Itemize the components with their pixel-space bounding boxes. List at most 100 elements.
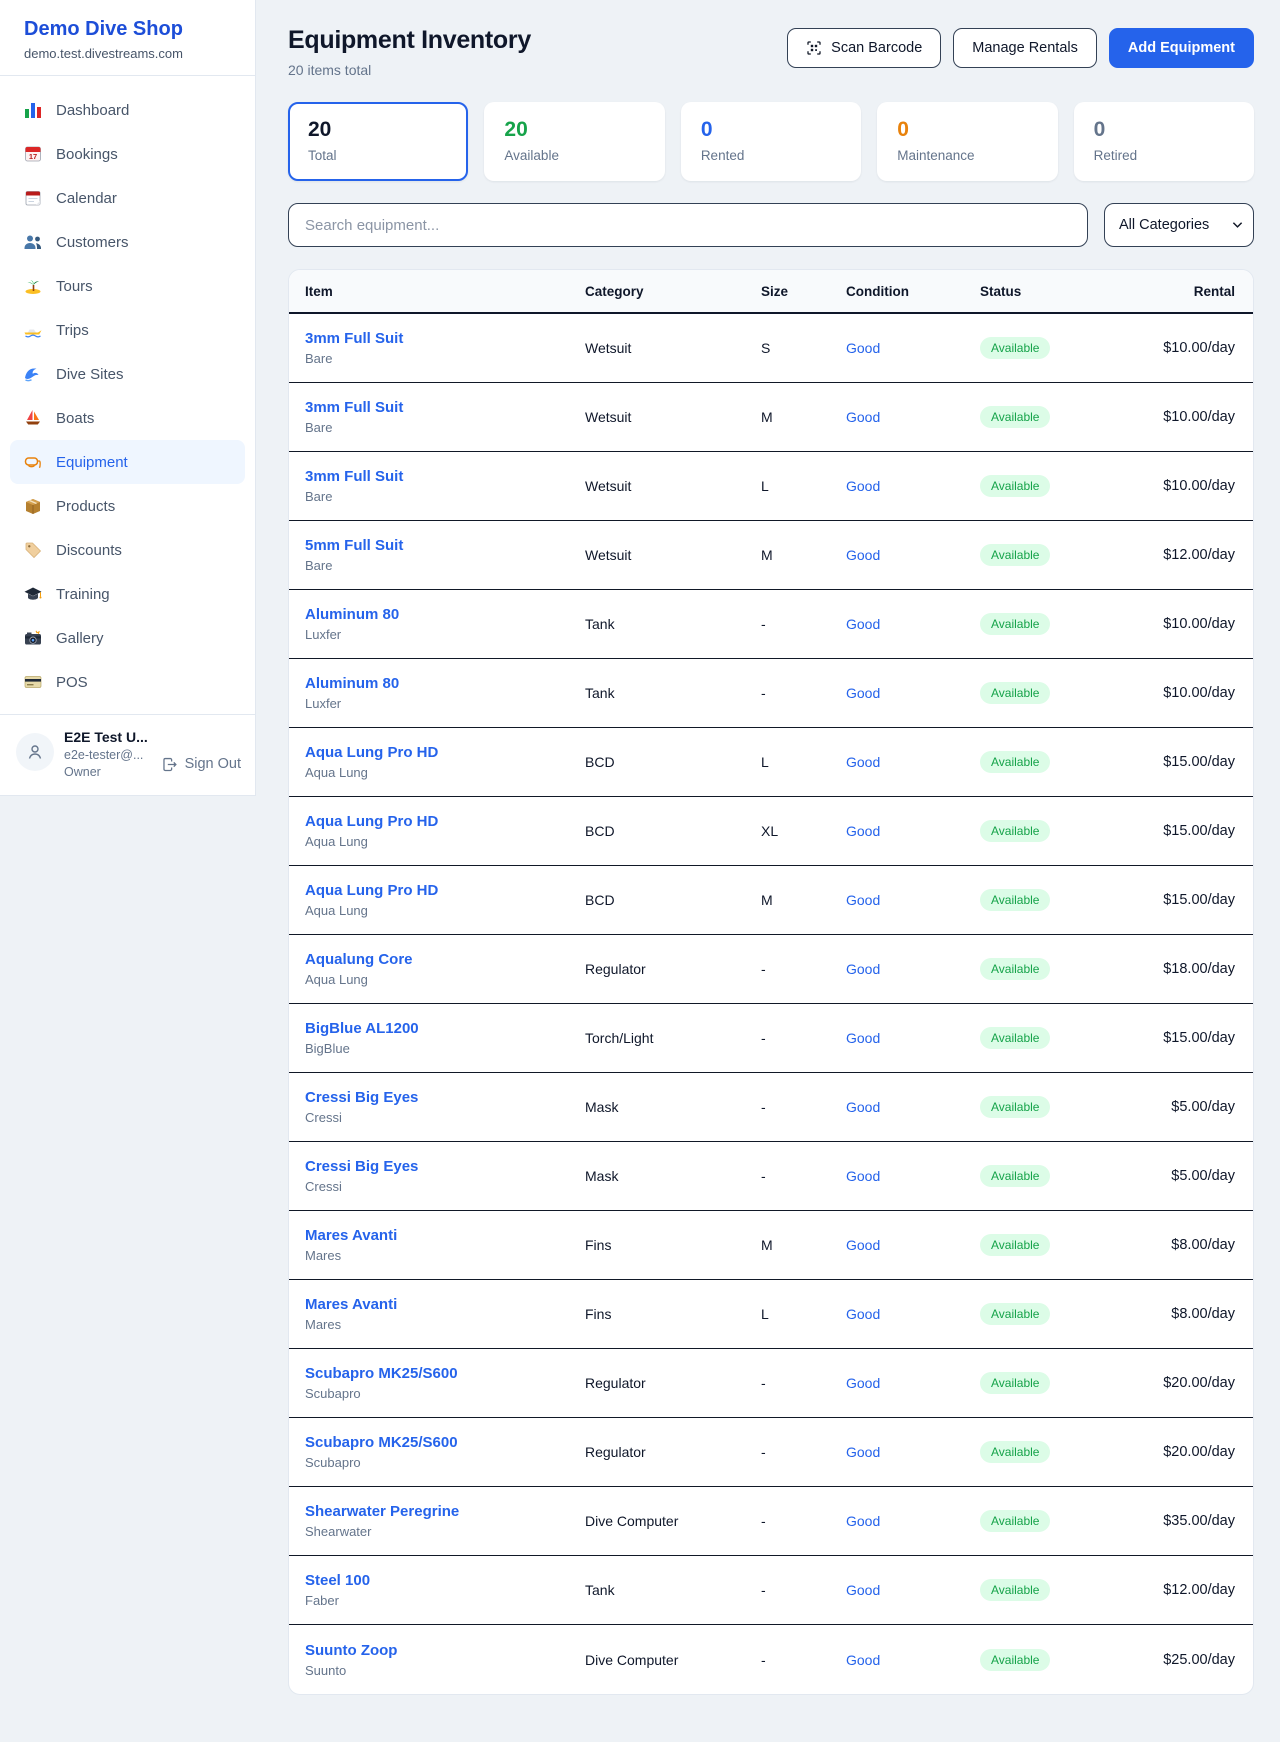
condition-link[interactable]: Good: [846, 1168, 980, 1184]
sidebar-item-calendar[interactable]: Calendar: [10, 176, 245, 220]
item-name-link[interactable]: 3mm Full Suit: [305, 399, 585, 416]
item-cell: Mares AvantiMares: [305, 1227, 585, 1263]
sidebar-item-discounts[interactable]: Discounts: [10, 528, 245, 572]
condition-link[interactable]: Good: [846, 478, 980, 494]
status-badge: Available: [980, 958, 1050, 980]
user-row: E2E Test U... e2e-tester@... Owner Sign …: [0, 714, 255, 795]
item-name-link[interactable]: Aqua Lung Pro HD: [305, 813, 585, 830]
item-name-link[interactable]: Scubapro MK25/S600: [305, 1434, 585, 1451]
condition-link[interactable]: Good: [846, 1444, 980, 1460]
item-name-link[interactable]: Aqualung Core: [305, 951, 585, 968]
sidebar-item-tours[interactable]: Tours: [10, 264, 245, 308]
stat-card-rented[interactable]: 0Rented: [681, 102, 861, 181]
scan-barcode-button[interactable]: Scan Barcode: [787, 28, 941, 68]
condition-link[interactable]: Good: [846, 1099, 980, 1115]
item-name-link[interactable]: 5mm Full Suit: [305, 537, 585, 554]
dive-mask-icon: [23, 452, 43, 472]
size-cell: -: [761, 1652, 846, 1668]
item-name-link[interactable]: Aluminum 80: [305, 675, 585, 692]
condition-link[interactable]: Good: [846, 1513, 980, 1529]
user-meta: E2E Test U... e2e-tester@... Owner: [64, 729, 151, 779]
item-brand: Aqua Lung: [305, 834, 585, 849]
stat-card-total[interactable]: 20Total: [288, 102, 468, 181]
condition-link[interactable]: Good: [846, 547, 980, 563]
item-name-link[interactable]: BigBlue AL1200: [305, 1020, 585, 1037]
sidebar-item-pos[interactable]: POS: [10, 660, 245, 704]
condition-link[interactable]: Good: [846, 1030, 980, 1046]
rental-cell: $12.00/day: [1140, 1582, 1235, 1598]
item-name-link[interactable]: Aluminum 80: [305, 606, 585, 623]
item-name-link[interactable]: Cressi Big Eyes: [305, 1089, 585, 1106]
category-cell: Fins: [585, 1306, 761, 1322]
sidebar-item-equipment[interactable]: Equipment: [10, 440, 245, 484]
condition-link[interactable]: Good: [846, 892, 980, 908]
stat-card-available[interactable]: 20Available: [484, 102, 664, 181]
rental-cell: $10.00/day: [1140, 340, 1235, 356]
item-name-link[interactable]: Mares Avanti: [305, 1227, 585, 1244]
item-name-link[interactable]: Shearwater Peregrine: [305, 1503, 585, 1520]
condition-link[interactable]: Good: [846, 1306, 980, 1322]
shop-name[interactable]: Demo Dive Shop: [24, 18, 231, 41]
item-brand: Bare: [305, 351, 585, 366]
item-name-link[interactable]: Suunto Zoop: [305, 1642, 585, 1659]
search-input[interactable]: [288, 203, 1088, 247]
stat-card-retired[interactable]: 0Retired: [1074, 102, 1254, 181]
rental-cell: $15.00/day: [1140, 754, 1235, 770]
item-name-link[interactable]: Steel 100: [305, 1572, 585, 1589]
sidebar-item-training[interactable]: Training: [10, 572, 245, 616]
sidebar-item-customers[interactable]: Customers: [10, 220, 245, 264]
condition-link[interactable]: Good: [846, 1375, 980, 1391]
category-cell: Regulator: [585, 961, 761, 977]
condition-link[interactable]: Good: [846, 823, 980, 839]
size-cell: -: [761, 1513, 846, 1529]
speedboat-icon: [23, 320, 43, 340]
sidebar-item-dive-sites[interactable]: Dive Sites: [10, 352, 245, 396]
item-name-link[interactable]: Aqua Lung Pro HD: [305, 882, 585, 899]
condition-link[interactable]: Good: [846, 685, 980, 701]
status-cell: Available: [980, 1510, 1140, 1532]
sidebar-item-trips[interactable]: Trips: [10, 308, 245, 352]
item-name-link[interactable]: Mares Avanti: [305, 1296, 585, 1313]
manage-rentals-button[interactable]: Manage Rentals: [953, 28, 1097, 68]
filters-row: All Categories: [288, 203, 1254, 247]
item-name-link[interactable]: 3mm Full Suit: [305, 330, 585, 347]
condition-link[interactable]: Good: [846, 1652, 980, 1668]
status-cell: Available: [980, 337, 1140, 359]
condition-link[interactable]: Good: [846, 1237, 980, 1253]
stat-card-maintenance[interactable]: 0Maintenance: [877, 102, 1057, 181]
condition-link[interactable]: Good: [846, 616, 980, 632]
category-cell: BCD: [585, 754, 761, 770]
item-name-link[interactable]: Scubapro MK25/S600: [305, 1365, 585, 1382]
add-equipment-button[interactable]: Add Equipment: [1109, 28, 1254, 68]
sidebar-item-label: Training: [56, 586, 110, 603]
column-header-status: Status: [980, 284, 1140, 299]
status-badge: Available: [980, 1234, 1050, 1256]
item-cell: Aqua Lung Pro HDAqua Lung: [305, 744, 585, 780]
item-brand: Aqua Lung: [305, 903, 585, 918]
sidebar-item-gallery[interactable]: Gallery: [10, 616, 245, 660]
sidebar-item-dashboard[interactable]: Dashboard: [10, 88, 245, 132]
sidebar-item-label: Discounts: [56, 542, 122, 559]
table-row: Aluminum 80LuxferTank-GoodAvailable$10.0…: [289, 590, 1253, 659]
sign-out-button[interactable]: Sign Out: [161, 749, 241, 779]
condition-link[interactable]: Good: [846, 961, 980, 977]
status-badge: Available: [980, 1441, 1050, 1463]
table-row: Cressi Big EyesCressiMask-GoodAvailable$…: [289, 1142, 1253, 1211]
category-cell: Torch/Light: [585, 1030, 761, 1046]
item-cell: Cressi Big EyesCressi: [305, 1158, 585, 1194]
condition-link[interactable]: Good: [846, 1582, 980, 1598]
item-name-link[interactable]: 3mm Full Suit: [305, 468, 585, 485]
condition-link[interactable]: Good: [846, 340, 980, 356]
item-name-link[interactable]: Aqua Lung Pro HD: [305, 744, 585, 761]
stat-label: Available: [504, 148, 644, 163]
table-row: 3mm Full SuitBareWetsuitLGoodAvailable$1…: [289, 452, 1253, 521]
condition-link[interactable]: Good: [846, 409, 980, 425]
sidebar-item-products[interactable]: Products: [10, 484, 245, 528]
sidebar-item-boats[interactable]: Boats: [10, 396, 245, 440]
category-select[interactable]: All Categories: [1104, 203, 1254, 247]
size-cell: M: [761, 409, 846, 425]
category-cell: Tank: [585, 685, 761, 701]
sidebar-item-bookings[interactable]: 17Bookings: [10, 132, 245, 176]
item-name-link[interactable]: Cressi Big Eyes: [305, 1158, 585, 1175]
condition-link[interactable]: Good: [846, 754, 980, 770]
